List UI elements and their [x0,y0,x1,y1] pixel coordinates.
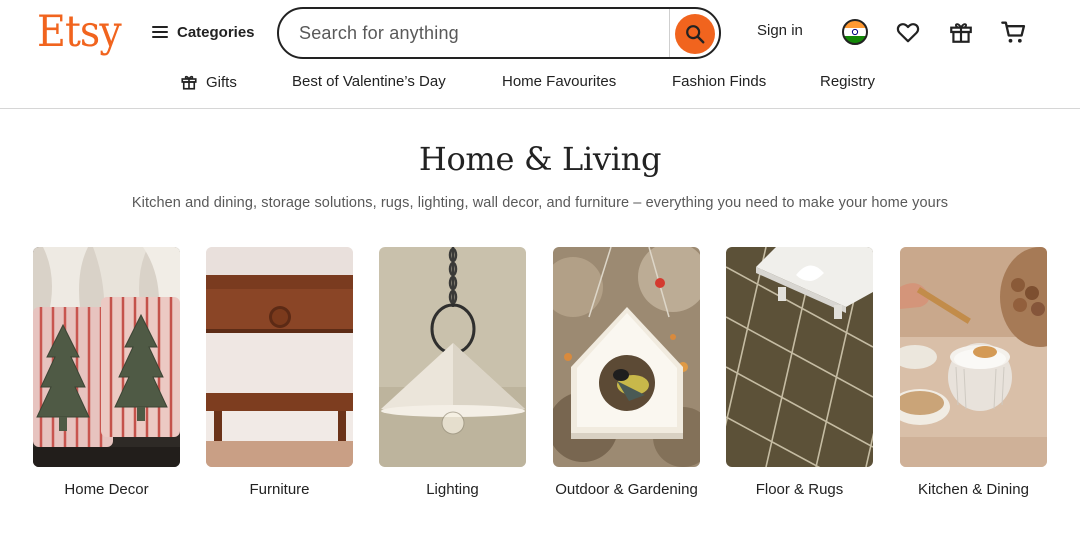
category-image [379,247,526,467]
category-card-lighting[interactable]: Lighting [379,247,526,500]
category-label: Home Decor [64,481,149,498]
etsy-logo[interactable]: Etsy [37,4,122,60]
gift-icon [181,75,197,90]
category-card-furniture[interactable]: Furniture [206,247,353,500]
heart-icon[interactable] [894,18,922,46]
category-label: Kitchen & Dining [918,481,1029,498]
category-label: Outdoor & Gardening [555,481,698,498]
page-title: Home & Living [418,140,662,178]
category-card-kitchen-dining[interactable]: Kitchen & Dining [900,247,1047,500]
search-bar [277,7,721,59]
nav-item-label: Home Favourites [502,73,617,90]
nav-item-home-favourites[interactable]: Home Favourites [502,73,616,90]
sign-in-link[interactable]: Sign in [757,22,803,39]
search-input[interactable] [299,9,669,57]
category-label: Lighting [426,481,479,498]
search-button[interactable] [675,14,715,54]
page-subtitle: Kitchen and dining, storage solutions, r… [131,195,949,211]
gift-icon[interactable] [947,18,975,46]
category-image [206,247,353,467]
category-label: Furniture [249,481,310,498]
category-nav: Gifts Best of Valentine’s Day Home Favou… [0,70,1080,96]
category-image [553,247,700,467]
category-image [900,247,1047,467]
nav-item-label: Fashion Finds [672,73,767,90]
category-card-floor-rugs[interactable]: Floor & Rugs [726,247,873,500]
nav-item-fashion-finds[interactable]: Fashion Finds [672,73,766,90]
nav-item-registry[interactable]: Registry [820,73,875,90]
nav-item-label: Registry [820,73,876,90]
categories-button[interactable]: Categories [152,18,255,46]
cart-icon[interactable] [1000,18,1028,46]
search-icon [686,25,705,44]
category-card-home-decor[interactable]: Home Decor [33,247,180,500]
nav-item-gifts[interactable]: Gifts [180,73,237,91]
category-image [726,247,873,467]
menu-icon [152,26,168,38]
india-flag-icon[interactable] [841,18,869,46]
categories-label: Categories [177,23,255,41]
category-image [33,247,180,467]
nav-item-label: Best of Valentine’s Day [292,73,446,90]
category-card-outdoor-gardening[interactable]: Outdoor & Gardening [553,247,700,500]
site-header: Etsy Categories Sign in [0,0,1080,109]
nav-item-label: Gifts [206,73,237,91]
category-label: Floor & Rugs [755,481,844,498]
search-divider [669,9,670,57]
nav-item-valentines[interactable]: Best of Valentine’s Day [292,73,446,90]
